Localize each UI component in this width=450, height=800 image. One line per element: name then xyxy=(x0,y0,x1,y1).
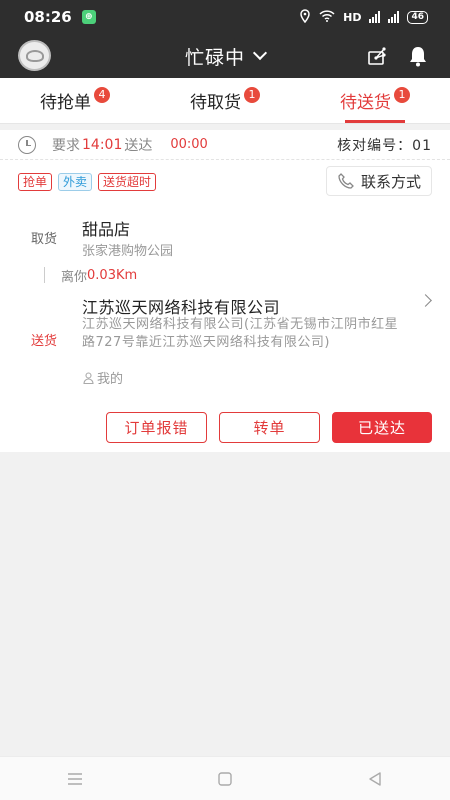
battery-icon: 46 xyxy=(407,10,428,24)
order-card[interactable]: 要求 14:01 送达 00:00 核对编号：01 抢单 外卖 送货超时 联系方… xyxy=(0,130,450,452)
verify-code: 核对编号：01 xyxy=(337,135,432,155)
tab-badge: 4 xyxy=(94,86,110,103)
verify-value: 01 xyxy=(412,137,432,154)
chevron-right-icon xyxy=(419,294,432,307)
signal-icon-2 xyxy=(388,11,400,23)
pickup-label: 取货 xyxy=(31,232,58,247)
tag-takeout: 外卖 xyxy=(58,173,93,191)
status-time: 08:26 xyxy=(24,8,72,26)
menu-icon[interactable] xyxy=(63,767,87,791)
contact-label: 联系方式 xyxy=(360,172,421,191)
required-suffix: 送达 xyxy=(124,137,153,154)
page-title: 忙碌中 xyxy=(184,46,245,69)
pickup-store-name: 甜品店 xyxy=(82,220,131,239)
location-icon xyxy=(299,8,311,26)
wifi-icon xyxy=(319,9,335,25)
tab-label: 待抢单 xyxy=(40,93,91,113)
bell-icon[interactable] xyxy=(406,44,430,68)
delivery-address: 江苏巡天网络科技有限公司(江苏省无锡市江阴市红星路727号靠近江苏巡天网络科技有… xyxy=(82,317,399,350)
required-time: 14:01 xyxy=(82,136,123,153)
divider xyxy=(44,267,45,283)
order-actions: 订单报错 转单 已送达 xyxy=(0,412,450,444)
app-header: 忙碌中 xyxy=(0,34,450,78)
status-bar: 08:26 ⊕ HD 46 xyxy=(0,0,450,34)
tab-pending-delivery[interactable]: 待送货 1 xyxy=(300,78,450,123)
delivered-button[interactable]: 已送达 xyxy=(332,412,432,443)
distance-row: 离你 0.03Km xyxy=(44,266,138,285)
tab-badge: 1 xyxy=(244,86,260,103)
distance-prefix: 离你 xyxy=(61,269,88,285)
time-row: 要求 14:01 送达 00:00 核对编号：01 xyxy=(0,130,450,160)
contact-button[interactable]: 联系方式 xyxy=(325,166,432,196)
tag-grab: 抢单 xyxy=(18,173,53,191)
sim-icon: ⊕ xyxy=(81,10,96,24)
delivery-name: 江苏巡天网络科技有限公司 xyxy=(82,298,281,317)
phone-icon xyxy=(337,172,355,190)
system-nav-bar xyxy=(0,756,450,800)
owner-label: 我的 xyxy=(97,372,124,387)
share-icon[interactable] xyxy=(366,44,390,68)
verify-label: 核对编号： xyxy=(337,137,413,154)
home-icon[interactable] xyxy=(213,767,237,791)
tab-pending-grab[interactable]: 待抢单 4 xyxy=(0,78,150,123)
tab-pending-pickup[interactable]: 待取货 1 xyxy=(150,78,300,123)
report-error-button[interactable]: 订单报错 xyxy=(106,412,207,443)
tab-label: 待取货 xyxy=(190,93,241,113)
chevron-down-icon xyxy=(252,45,268,61)
tab-label: 待送货 xyxy=(340,93,391,113)
distance-value: 0.03Km xyxy=(87,267,138,283)
back-icon[interactable] xyxy=(363,767,387,791)
signal-icon xyxy=(369,11,381,23)
delivery-label: 送货 xyxy=(31,334,58,349)
tag-overdue: 送货超时 xyxy=(98,173,157,191)
pickup-address: 张家港购物公园 xyxy=(82,244,174,259)
pickup-section: 取货 甜品店 张家港购物公园 xyxy=(0,216,450,266)
delivery-owner: 我的 xyxy=(82,368,123,387)
transfer-order-button[interactable]: 转单 xyxy=(219,412,320,443)
required-prefix: 要求 xyxy=(52,137,80,154)
tags-row: 抢单 外卖 送货超时 联系方式 xyxy=(0,160,450,204)
person-icon xyxy=(82,371,94,384)
delivery-section[interactable]: 送货 江苏巡天网络科技有限公司 江苏巡天网络科技有限公司(江苏省无锡市江阴市红星… xyxy=(0,294,450,387)
clock-icon xyxy=(18,135,36,154)
tab-badge: 1 xyxy=(394,86,410,103)
countdown-timer: 00:00 xyxy=(170,137,208,152)
network-type: HD xyxy=(343,10,362,24)
order-tabs: 待抢单 4 待取货 1 待送货 1 xyxy=(0,78,450,124)
